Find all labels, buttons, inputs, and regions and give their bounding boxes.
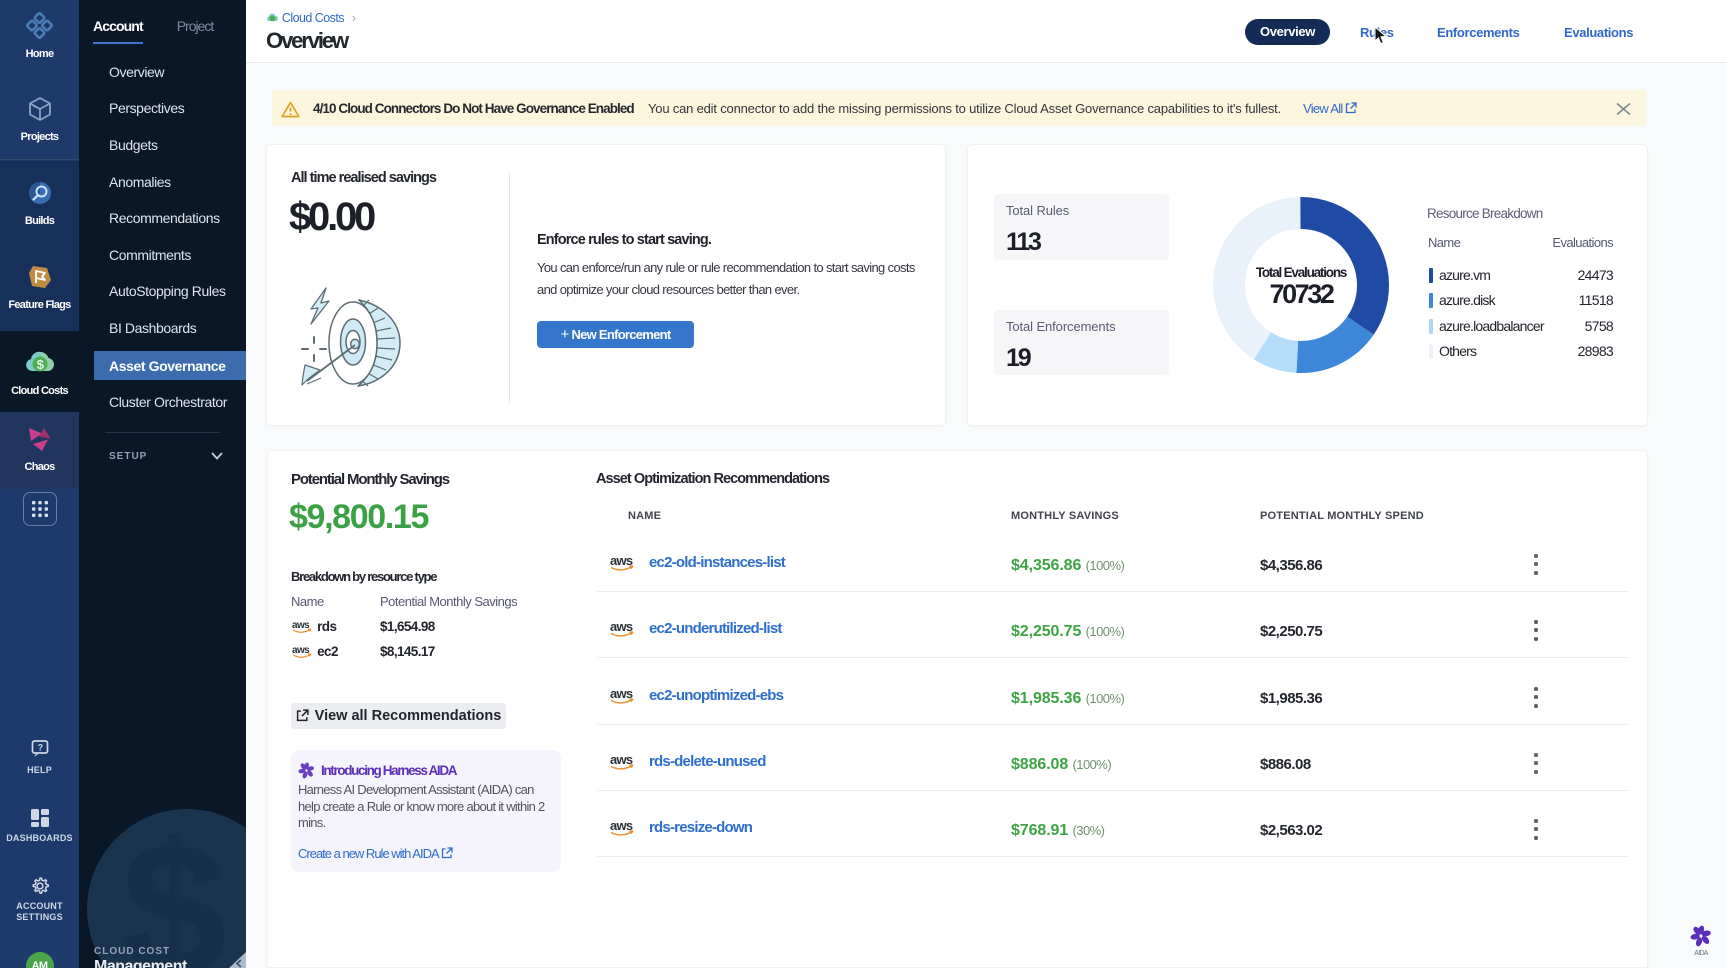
svg-text:aws: aws [292,645,310,656]
svg-text:70732: 70732 [1269,279,1333,309]
svg-text:Total Evaluations: Total Evaluations [1256,265,1347,280]
svg-text:?: ? [37,743,42,753]
svg-text:aws: aws [292,620,310,631]
